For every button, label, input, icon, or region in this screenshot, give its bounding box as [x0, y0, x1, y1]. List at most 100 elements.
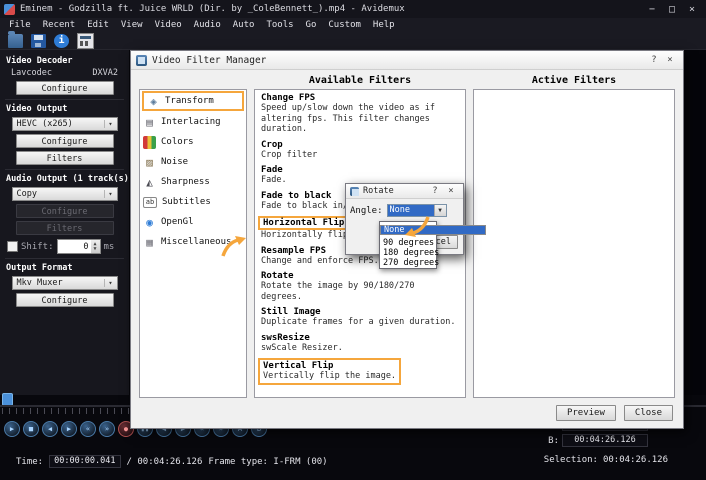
category-opengl[interactable]: ◉ OpenGl: [140, 212, 246, 232]
divider: [5, 258, 124, 259]
menu-file[interactable]: File: [3, 20, 37, 30]
titlebar: Eminem - Godzilla ft. Juice WRLD (Dir. b…: [0, 0, 706, 18]
total-duration: / 00:04:26.126: [127, 457, 203, 467]
category-label: Colors: [161, 137, 194, 147]
angle-option-90[interactable]: 90 degrees: [380, 238, 436, 248]
filter-swsresize[interactable]: swsResize swScale Resizer.: [261, 333, 459, 354]
hw-accel-name[interactable]: DXVA2: [92, 68, 118, 78]
category-column: ◈ Transform ▤ Interlacing Colors ▨ Noise: [139, 75, 247, 398]
output-format-title: Output Format: [6, 263, 124, 273]
sharpness-icon: ◭: [143, 176, 156, 189]
spinner-arrows-icon[interactable]: ▲▼: [91, 240, 100, 253]
active-filters-header: Active Filters: [473, 75, 675, 89]
dialog-titlebar[interactable]: Video Filter Manager ? ×: [131, 51, 683, 70]
colors-icon: [143, 136, 156, 149]
shift-checkbox[interactable]: [7, 241, 18, 252]
rotate-help-button[interactable]: ?: [427, 184, 443, 198]
calculator-icon[interactable]: [77, 33, 94, 49]
current-time-value: 00:00:00.041: [49, 455, 120, 468]
category-colors[interactable]: Colors: [140, 132, 246, 152]
dialog-close-button[interactable]: ×: [662, 53, 678, 67]
category-miscellaneous[interactable]: ▦ Miscellaneous: [140, 232, 246, 252]
menu-edit[interactable]: Edit: [81, 20, 115, 30]
audio-codec-select[interactable]: Copy ▾: [12, 187, 118, 201]
maximize-button[interactable]: □: [662, 1, 682, 17]
chevron-down-icon[interactable]: ▼: [434, 205, 446, 216]
divider: [5, 99, 124, 100]
shift-value: 0: [58, 242, 91, 252]
filter-vertical-flip[interactable]: Vertical Flip Vertically flip the image.: [258, 358, 401, 385]
category-sharpness[interactable]: ◭ Sharpness: [140, 172, 246, 192]
next-frame-button[interactable]: ▶: [61, 421, 77, 437]
angle-combobox[interactable]: None ▼: [387, 204, 447, 217]
category-subtitles[interactable]: ab Subtitles: [140, 192, 246, 212]
menu-audio[interactable]: Audio: [188, 20, 227, 30]
active-filters-list[interactable]: [473, 89, 675, 398]
menu-view[interactable]: View: [115, 20, 149, 30]
stop-button[interactable]: ■: [23, 421, 39, 437]
sidebar: Video Decoder Lavcodec DXVA2 Configure V…: [0, 50, 129, 395]
miscellaneous-icon: ▦: [143, 236, 156, 249]
decoder-name: Lavcodec: [11, 68, 52, 78]
preview-button[interactable]: Preview: [556, 405, 616, 421]
noise-icon: ▨: [143, 156, 156, 169]
angle-option-none[interactable]: None: [380, 225, 486, 235]
prev-keyframe-button[interactable]: «: [80, 421, 96, 437]
muxer-select[interactable]: Mkv Muxer ▾: [12, 276, 118, 290]
close-button[interactable]: ×: [682, 1, 702, 17]
filter-change-fps[interactable]: Change FPS Speed up/slow down the video …: [261, 93, 459, 135]
info-icon[interactable]: i: [54, 34, 69, 48]
shift-label: Shift:: [21, 242, 54, 252]
rotate-dialog: Rotate ? × Angle: None ▼ Cancel None 90 …: [345, 183, 464, 255]
menu-custom[interactable]: Custom: [322, 20, 367, 30]
menu-help[interactable]: Help: [367, 20, 401, 30]
prev-frame-button[interactable]: ◀: [42, 421, 58, 437]
dialog-help-button[interactable]: ?: [646, 53, 662, 67]
category-label: Miscellaneous: [161, 237, 231, 247]
play-button[interactable]: ▶: [4, 421, 20, 437]
minimize-button[interactable]: −: [642, 1, 662, 17]
decoder-row: Lavcodec DXVA2: [5, 68, 124, 78]
filter-crop[interactable]: Crop Crop filter: [261, 140, 459, 161]
menu-video[interactable]: Video: [149, 20, 188, 30]
category-interlacing[interactable]: ▤ Interlacing: [140, 112, 246, 132]
interlacing-icon: ▤: [143, 116, 156, 129]
divider: [5, 169, 124, 170]
menu-auto[interactable]: Auto: [227, 20, 261, 30]
time-group: Time: 00:00:00.041 / 00:04:26.126 Frame …: [16, 455, 328, 468]
video-filters-button[interactable]: Filters: [16, 151, 114, 165]
chevron-down-icon: ▾: [104, 120, 117, 128]
menu-recent[interactable]: Recent: [37, 20, 82, 30]
rotate-titlebar[interactable]: Rotate ? ×: [346, 184, 463, 199]
decoder-configure-button[interactable]: Configure: [16, 81, 114, 95]
selection-group: Selection: 00:04:26.126: [544, 455, 668, 465]
close-dialog-button[interactable]: Close: [624, 405, 673, 421]
category-noise[interactable]: ▨ Noise: [140, 152, 246, 172]
video-decoder-title: Video Decoder: [6, 56, 124, 66]
video-codec-select[interactable]: HEVC (x265) ▾: [12, 117, 118, 131]
angle-option-270[interactable]: 270 degrees: [380, 258, 436, 268]
filter-rotate[interactable]: Rotate Rotate the image by 90/180/270 de…: [261, 271, 459, 302]
angle-option-180[interactable]: 180 degrees: [380, 248, 436, 258]
save-icon[interactable]: [31, 34, 46, 48]
open-icon[interactable]: [8, 34, 23, 48]
category-list[interactable]: ◈ Transform ▤ Interlacing Colors ▨ Noise: [139, 89, 247, 398]
chevron-down-icon: ▾: [104, 279, 117, 287]
toolbar: i: [0, 32, 706, 50]
angle-dropdown-list: None 90 degrees 180 degrees 270 degrees: [379, 221, 437, 269]
shift-spinner[interactable]: 0 ▲▼: [57, 239, 101, 254]
audio-filters-button: Filters: [16, 221, 114, 235]
video-configure-button[interactable]: Configure: [16, 134, 114, 148]
shift-unit: ms: [104, 242, 115, 252]
audio-output-title: Audio Output (1 track(s)): [6, 174, 124, 184]
filter-still-image[interactable]: Still Image Duplicate frames for a given…: [261, 307, 459, 328]
next-keyframe-button[interactable]: »: [99, 421, 115, 437]
audio-configure-button: Configure: [16, 204, 114, 218]
frame-type: Frame type: I-FRM (00): [208, 457, 327, 467]
muxer-configure-button[interactable]: Configure: [16, 293, 114, 307]
category-label: Subtitles: [162, 197, 211, 207]
category-transform[interactable]: ◈ Transform: [142, 91, 244, 111]
rotate-close-button[interactable]: ×: [443, 184, 459, 198]
menu-go[interactable]: Go: [300, 20, 323, 30]
menu-tools[interactable]: Tools: [260, 20, 299, 30]
